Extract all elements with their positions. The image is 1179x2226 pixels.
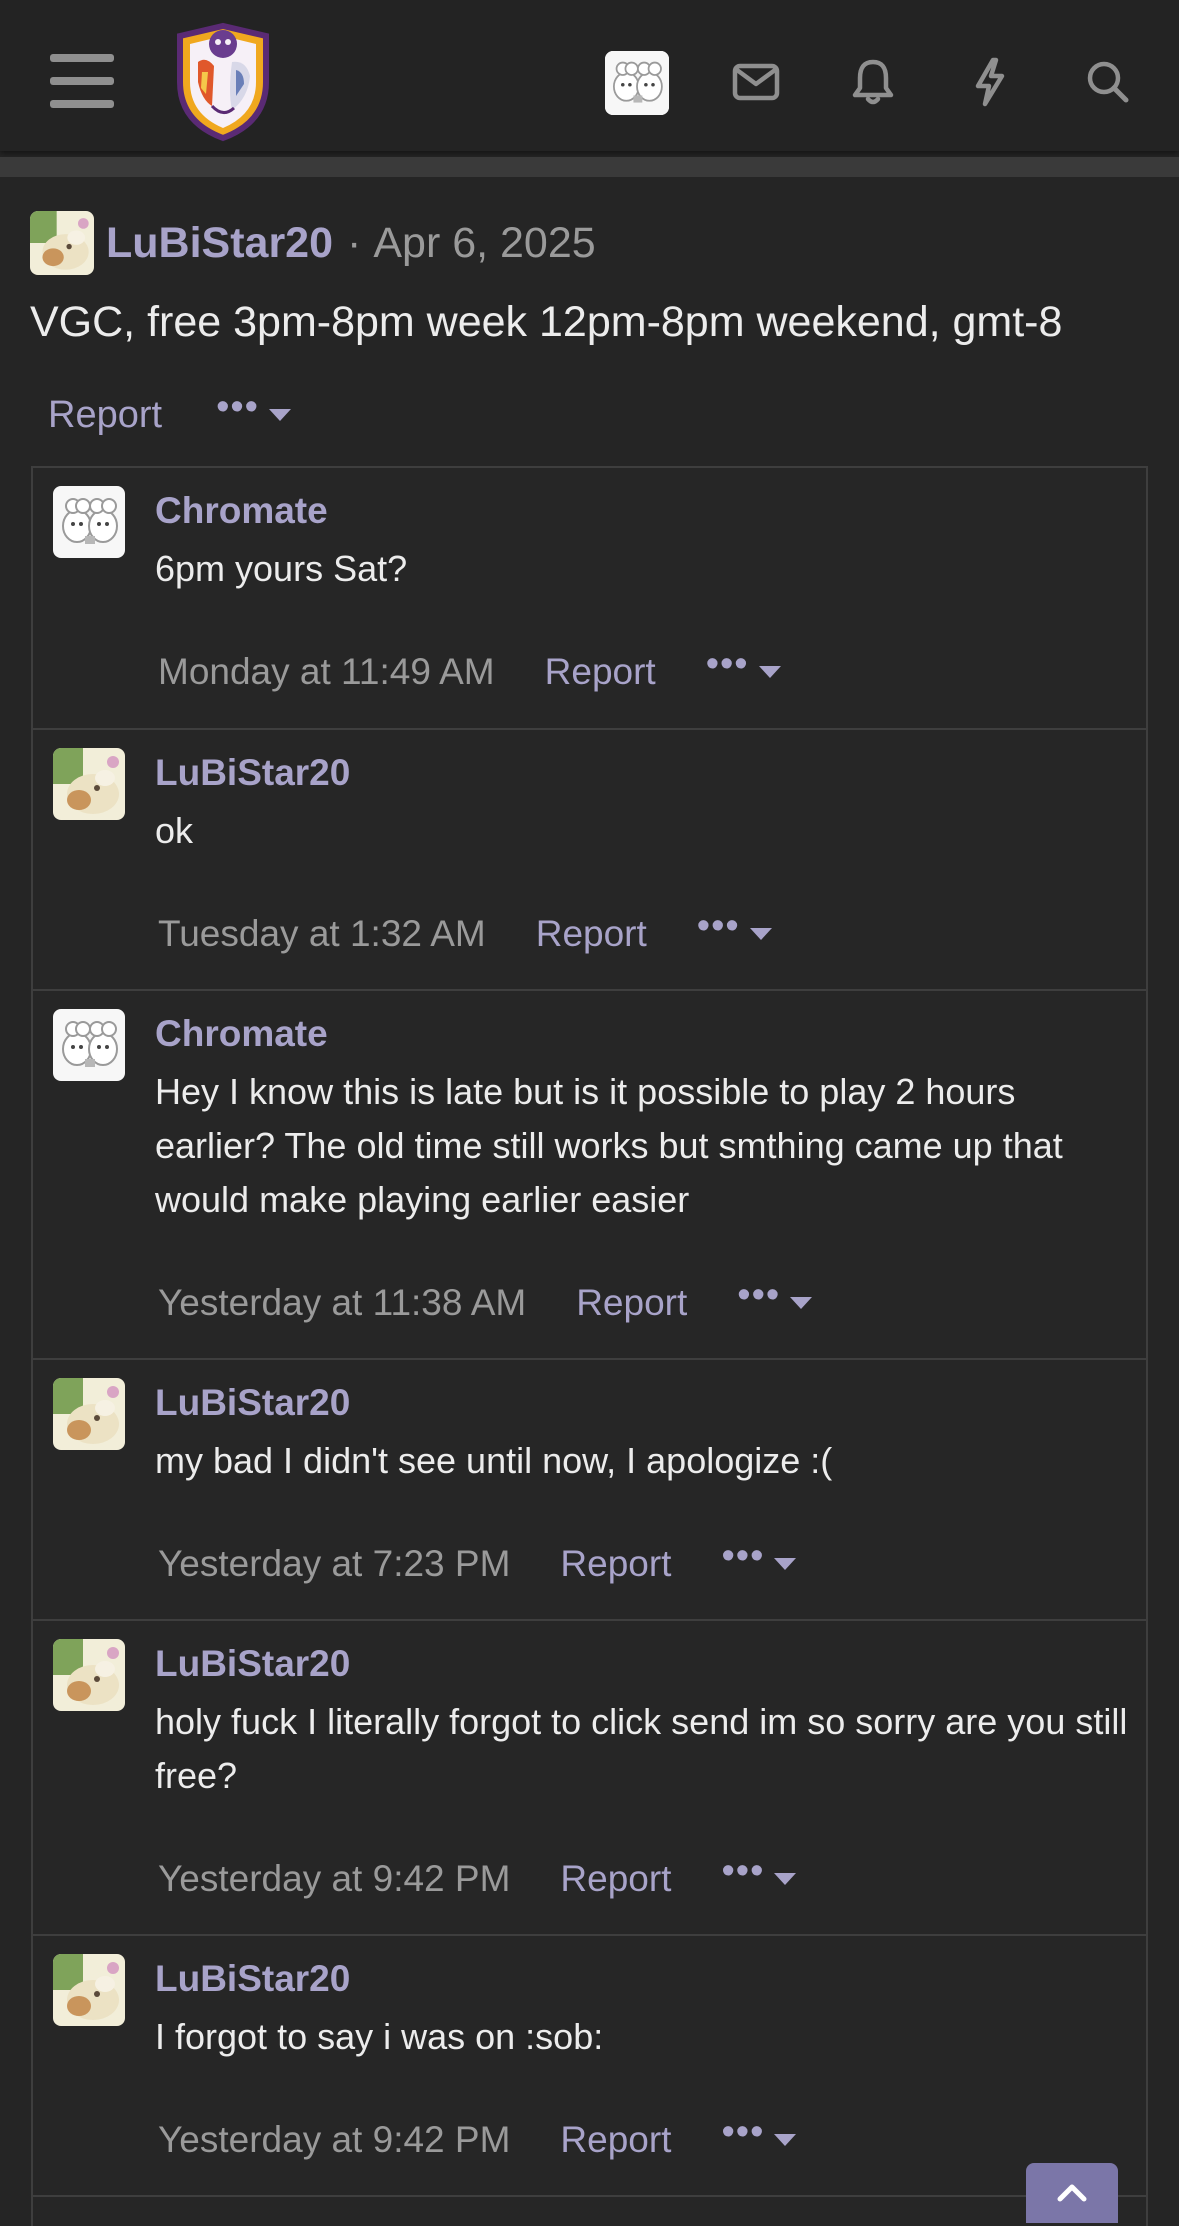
author-avatar[interactable] bbox=[30, 211, 94, 275]
chevron-down-icon bbox=[774, 1873, 797, 1885]
chevron-down-icon bbox=[268, 409, 291, 421]
comments-list: Chromate 6pm yours Sat? Monday at 11:49 … bbox=[31, 466, 1148, 2226]
more-options-button[interactable]: ••• bbox=[721, 1537, 797, 1584]
comment-avatar[interactable] bbox=[53, 1378, 125, 1450]
comment-item: LuBiStar20 my bad I didn't see until now… bbox=[33, 1360, 1146, 1621]
comment-timestamp[interactable]: Tuesday at 1:32 AM bbox=[158, 913, 486, 955]
more-dots: ••• bbox=[721, 2111, 765, 2153]
chevron-down-icon bbox=[774, 1558, 797, 1570]
comment-author-link[interactable]: LuBiStar20 bbox=[155, 1643, 350, 1685]
comment-avatar[interactable] bbox=[53, 1009, 125, 1081]
comment-meta: Yesterday at 11:38 AM Report ••• bbox=[158, 1276, 813, 1328]
comment-meta: Yesterday at 9:42 PM Report ••• bbox=[158, 2113, 797, 2165]
comment-text: my bad I didn't see until now, I apologi… bbox=[155, 1440, 833, 1481]
more-options-button[interactable]: ••• bbox=[721, 1852, 797, 1899]
whats-new-icon[interactable] bbox=[960, 52, 1020, 112]
comment-timestamp[interactable]: Yesterday at 9:42 PM bbox=[158, 2119, 510, 2161]
comment-avatar[interactable] bbox=[53, 486, 125, 558]
post-body: VGC, free 3pm-8pm week 12pm-8pm weekend,… bbox=[30, 298, 1063, 346]
post-author-link[interactable]: LuBiStar20 bbox=[106, 219, 333, 268]
comment-meta: Monday at 11:49 AM Report ••• bbox=[158, 645, 781, 697]
comment-avatar[interactable] bbox=[53, 1954, 125, 2026]
more-options-button[interactable]: ••• bbox=[697, 907, 772, 954]
more-dots: ••• bbox=[216, 386, 259, 428]
account-avatar[interactable] bbox=[605, 51, 669, 115]
inbox-icon[interactable] bbox=[726, 52, 786, 112]
comment-text: 6pm yours Sat? bbox=[155, 548, 408, 589]
more-dots: ••• bbox=[721, 1850, 765, 1892]
more-options-button[interactable]: ••• bbox=[216, 388, 291, 435]
comment-item: LuBiStar20 I forgot to say i was on :sob… bbox=[33, 1936, 1146, 2197]
comment-timestamp[interactable]: Yesterday at 7:23 PM bbox=[158, 1543, 510, 1585]
comment-author-link[interactable]: Chromate bbox=[155, 1013, 328, 1055]
report-button[interactable]: Report bbox=[536, 913, 647, 955]
search-icon[interactable] bbox=[1078, 52, 1138, 112]
comment-timestamp[interactable]: Monday at 11:49 AM bbox=[158, 651, 495, 693]
more-options-button[interactable]: ••• bbox=[706, 645, 781, 692]
report-button[interactable]: Report bbox=[576, 1282, 687, 1324]
post-header: LuBiStar20 · Apr 6, 2025 bbox=[30, 211, 596, 275]
post-date-link[interactable]: Apr 6, 2025 bbox=[373, 219, 595, 268]
comment-avatar[interactable] bbox=[53, 1639, 125, 1711]
more-dots: ••• bbox=[737, 1274, 781, 1316]
chevron-down-icon bbox=[758, 666, 781, 678]
report-button[interactable]: Report bbox=[545, 651, 656, 693]
comment-meta: Tuesday at 1:32 AM Report ••• bbox=[158, 907, 772, 959]
scroll-to-top-button[interactable] bbox=[1026, 2163, 1118, 2223]
comment-meta: Yesterday at 9:42 PM Report ••• bbox=[158, 1852, 797, 1904]
bell-icon[interactable] bbox=[843, 52, 903, 112]
comment-author-link[interactable]: LuBiStar20 bbox=[155, 1382, 350, 1424]
separator: · bbox=[347, 218, 362, 267]
hamburger-menu-icon[interactable] bbox=[50, 54, 114, 108]
post-actions: Report ••• bbox=[48, 388, 291, 440]
report-button[interactable]: Report bbox=[560, 1543, 671, 1585]
report-button[interactable]: Report bbox=[560, 1858, 671, 1900]
more-options-button[interactable]: ••• bbox=[737, 1276, 813, 1323]
more-options-button[interactable]: ••• bbox=[721, 2113, 797, 2160]
comment-timestamp[interactable]: Yesterday at 9:42 PM bbox=[158, 1858, 510, 1900]
comment-item: LuBiStar20 ok Tuesday at 1:32 AM Report … bbox=[33, 730, 1146, 991]
site-logo-icon[interactable] bbox=[168, 22, 278, 142]
comment-text: Hey I know this is late but is it possib… bbox=[155, 1071, 1063, 1220]
chevron-down-icon bbox=[774, 2134, 797, 2146]
comment-item: Chromate 6pm yours Sat? Monday at 11:49 … bbox=[33, 468, 1146, 730]
more-dots: ••• bbox=[705, 643, 749, 685]
comment-text: holy fuck I literally forgot to click se… bbox=[155, 1701, 1128, 1796]
report-button[interactable]: Report bbox=[560, 2119, 671, 2161]
comment-author-link[interactable]: Chromate bbox=[155, 490, 328, 532]
comment-timestamp[interactable]: Yesterday at 11:38 AM bbox=[158, 1282, 526, 1324]
chevron-down-icon bbox=[790, 1297, 813, 1309]
chevron-down-icon bbox=[749, 928, 772, 940]
comment-meta: Yesterday at 7:23 PM Report ••• bbox=[158, 1537, 797, 1589]
comment-item: LuBiStar20 holy fuck I literally forgot … bbox=[33, 1621, 1146, 1936]
more-dots: ••• bbox=[696, 905, 740, 947]
comment-item: Chromate Hey I know this is late but is … bbox=[33, 991, 1146, 1360]
more-dots: ••• bbox=[721, 1535, 765, 1577]
header-divider bbox=[0, 157, 1179, 177]
comment-text: ok bbox=[155, 810, 194, 851]
top-navigation-bar bbox=[0, 0, 1179, 151]
comment-author-link[interactable]: LuBiStar20 bbox=[155, 1958, 350, 2000]
report-button[interactable]: Report bbox=[48, 394, 162, 437]
comment-text: I forgot to say i was on :sob: bbox=[155, 2016, 604, 2057]
comment-author-link[interactable]: LuBiStar20 bbox=[155, 752, 350, 794]
comment-avatar[interactable] bbox=[53, 748, 125, 820]
